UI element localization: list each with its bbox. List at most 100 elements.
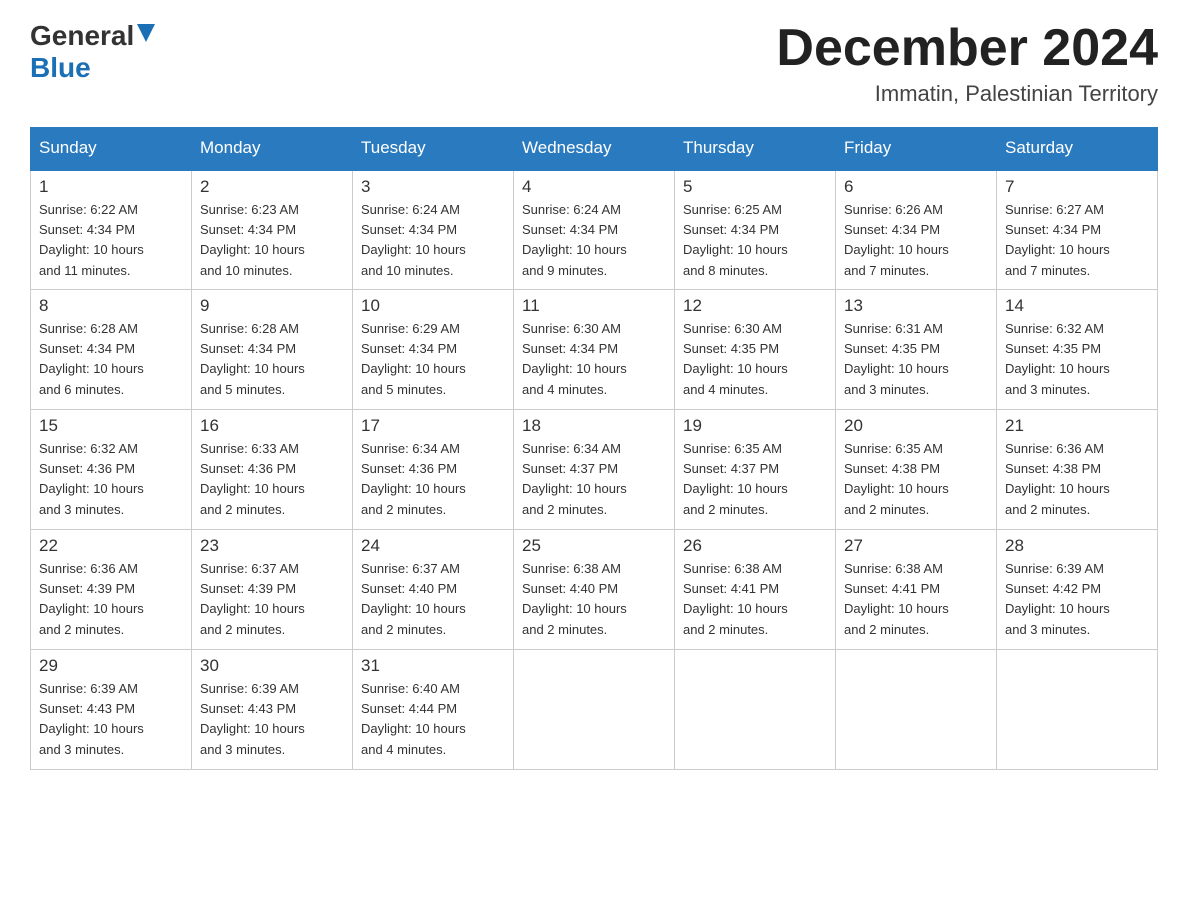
day-number: 8: [39, 296, 183, 316]
month-title: December 2024: [776, 20, 1158, 77]
calendar-cell: 11 Sunrise: 6:30 AMSunset: 4:34 PMDayligh…: [514, 290, 675, 410]
calendar-week-2: 8 Sunrise: 6:28 AMSunset: 4:34 PMDaylight…: [31, 290, 1158, 410]
calendar-cell: [997, 650, 1158, 770]
day-info: Sunrise: 6:38 AMSunset: 4:41 PMDaylight:…: [683, 559, 827, 640]
calendar-cell: 10 Sunrise: 6:29 AMSunset: 4:34 PMDayligh…: [353, 290, 514, 410]
calendar-cell: 3Sunrise: 6:24 AMSunset: 4:34 PMDaylight…: [353, 170, 514, 290]
calendar-cell: 2 Sunrise: 6:23 AMSunset: 4:34 PMDaylight…: [192, 170, 353, 290]
header-monday: Monday: [192, 128, 353, 170]
day-info: Sunrise: 6:35 AMSunset: 4:37 PMDaylight:…: [683, 439, 827, 520]
logo-arrow-icon: [137, 20, 155, 49]
calendar-cell: 1Sunrise: 6:22 AMSunset: 4:34 PMDaylight…: [31, 170, 192, 290]
calendar-cell: 30Sunrise: 6:39 AMSunset: 4:43 PMDayligh…: [192, 650, 353, 770]
day-info: Sunrise: 6:36 AMSunset: 4:38 PMDaylight:…: [1005, 439, 1149, 520]
day-number: 31: [361, 656, 505, 676]
day-number: 9: [200, 296, 344, 316]
title-section: December 2024 Immatin, Palestinian Terri…: [776, 20, 1158, 107]
day-info: Sunrise: 6:39 AMSunset: 4:43 PMDaylight:…: [39, 679, 183, 760]
header-wednesday: Wednesday: [514, 128, 675, 170]
calendar-cell: 23Sunrise: 6:37 AMSunset: 4:39 PMDayligh…: [192, 530, 353, 650]
day-number: 22: [39, 536, 183, 556]
day-number: 28: [1005, 536, 1149, 556]
calendar-cell: 13 Sunrise: 6:31 AMSunset: 4:35 PMDayligh…: [836, 290, 997, 410]
calendar-cell: 22Sunrise: 6:36 AMSunset: 4:39 PMDayligh…: [31, 530, 192, 650]
day-number: 2: [200, 177, 344, 197]
day-number: 6: [844, 177, 988, 197]
day-info: Sunrise: 6:35 AMSunset: 4:38 PMDaylight:…: [844, 439, 988, 520]
day-number: 13: [844, 296, 988, 316]
day-info: Sunrise: 6:26 AMSunset: 4:34 PMDaylight:…: [844, 200, 988, 281]
header-friday: Friday: [836, 128, 997, 170]
calendar-week-3: 15 Sunrise: 6:32 AMSunset: 4:36 PMDayligh…: [31, 410, 1158, 530]
calendar-cell: 12Sunrise: 6:30 AMSunset: 4:35 PMDayligh…: [675, 290, 836, 410]
calendar-cell: 17Sunrise: 6:34 AMSunset: 4:36 PMDayligh…: [353, 410, 514, 530]
day-info: Sunrise: 6:28 AMSunset: 4:34 PMDaylight:…: [200, 319, 344, 400]
calendar-cell: 4 Sunrise: 6:24 AMSunset: 4:34 PMDaylight…: [514, 170, 675, 290]
day-number: 11: [522, 296, 666, 316]
day-info: Sunrise: 6:34 AMSunset: 4:36 PMDaylight:…: [361, 439, 505, 520]
calendar-cell: 31 Sunrise: 6:40 AMSunset: 4:44 PMDayligh…: [353, 650, 514, 770]
day-number: 26: [683, 536, 827, 556]
day-number: 10: [361, 296, 505, 316]
day-number: 14: [1005, 296, 1149, 316]
calendar-cell: 27 Sunrise: 6:38 AMSunset: 4:41 PMDayligh…: [836, 530, 997, 650]
day-number: 15: [39, 416, 183, 436]
day-number: 25: [522, 536, 666, 556]
calendar-cell: 16 Sunrise: 6:33 AMSunset: 4:36 PMDayligh…: [192, 410, 353, 530]
calendar-header-row: Sunday Monday Tuesday Wednesday Thursday…: [31, 128, 1158, 170]
day-number: 1: [39, 177, 183, 197]
calendar-cell: 14 Sunrise: 6:32 AMSunset: 4:35 PMDayligh…: [997, 290, 1158, 410]
day-info: Sunrise: 6:29 AMSunset: 4:34 PMDaylight:…: [361, 319, 505, 400]
calendar-cell: 15 Sunrise: 6:32 AMSunset: 4:36 PMDayligh…: [31, 410, 192, 530]
calendar-cell: 29Sunrise: 6:39 AMSunset: 4:43 PMDayligh…: [31, 650, 192, 770]
day-info: Sunrise: 6:32 AMSunset: 4:35 PMDaylight:…: [1005, 319, 1149, 400]
day-info: Sunrise: 6:38 AMSunset: 4:40 PMDaylight:…: [522, 559, 666, 640]
day-number: 20: [844, 416, 988, 436]
calendar-cell: 19 Sunrise: 6:35 AMSunset: 4:37 PMDayligh…: [675, 410, 836, 530]
header-thursday: Thursday: [675, 128, 836, 170]
day-number: 21: [1005, 416, 1149, 436]
calendar-cell: 26 Sunrise: 6:38 AMSunset: 4:41 PMDayligh…: [675, 530, 836, 650]
calendar-week-1: 1Sunrise: 6:22 AMSunset: 4:34 PMDaylight…: [31, 170, 1158, 290]
day-info: Sunrise: 6:33 AMSunset: 4:36 PMDaylight:…: [200, 439, 344, 520]
calendar-cell: 20 Sunrise: 6:35 AMSunset: 4:38 PMDayligh…: [836, 410, 997, 530]
calendar-cell: [514, 650, 675, 770]
calendar-table: Sunday Monday Tuesday Wednesday Thursday…: [30, 127, 1158, 770]
day-number: 27: [844, 536, 988, 556]
location-text: Immatin, Palestinian Territory: [776, 81, 1158, 107]
day-number: 7: [1005, 177, 1149, 197]
day-info: Sunrise: 6:28 AMSunset: 4:34 PMDaylight:…: [39, 319, 183, 400]
day-info: Sunrise: 6:31 AMSunset: 4:35 PMDaylight:…: [844, 319, 988, 400]
calendar-week-5: 29Sunrise: 6:39 AMSunset: 4:43 PMDayligh…: [31, 650, 1158, 770]
logo: General Blue: [30, 20, 155, 84]
logo-blue-text: Blue: [30, 52, 91, 83]
day-info: Sunrise: 6:40 AMSunset: 4:44 PMDaylight:…: [361, 679, 505, 760]
day-info: Sunrise: 6:24 AMSunset: 4:34 PMDaylight:…: [522, 200, 666, 281]
calendar-cell: 25 Sunrise: 6:38 AMSunset: 4:40 PMDayligh…: [514, 530, 675, 650]
calendar-cell: 18Sunrise: 6:34 AMSunset: 4:37 PMDayligh…: [514, 410, 675, 530]
header-tuesday: Tuesday: [353, 128, 514, 170]
day-info: Sunrise: 6:39 AMSunset: 4:42 PMDaylight:…: [1005, 559, 1149, 640]
day-info: Sunrise: 6:23 AMSunset: 4:34 PMDaylight:…: [200, 200, 344, 281]
day-info: Sunrise: 6:32 AMSunset: 4:36 PMDaylight:…: [39, 439, 183, 520]
day-number: 30: [200, 656, 344, 676]
header-saturday: Saturday: [997, 128, 1158, 170]
calendar-cell: [675, 650, 836, 770]
calendar-cell: 6 Sunrise: 6:26 AMSunset: 4:34 PMDaylight…: [836, 170, 997, 290]
calendar-cell: [836, 650, 997, 770]
calendar-cell: 8 Sunrise: 6:28 AMSunset: 4:34 PMDaylight…: [31, 290, 192, 410]
page-header: General Blue December 2024 Immatin, Pale…: [30, 20, 1158, 107]
day-number: 19: [683, 416, 827, 436]
day-info: Sunrise: 6:38 AMSunset: 4:41 PMDaylight:…: [844, 559, 988, 640]
day-info: Sunrise: 6:25 AMSunset: 4:34 PMDaylight:…: [683, 200, 827, 281]
day-info: Sunrise: 6:30 AMSunset: 4:34 PMDaylight:…: [522, 319, 666, 400]
day-number: 24: [361, 536, 505, 556]
day-info: Sunrise: 6:24 AMSunset: 4:34 PMDaylight:…: [361, 200, 505, 281]
calendar-cell: 9 Sunrise: 6:28 AMSunset: 4:34 PMDaylight…: [192, 290, 353, 410]
day-number: 16: [200, 416, 344, 436]
day-number: 12: [683, 296, 827, 316]
day-number: 4: [522, 177, 666, 197]
calendar-cell: 7 Sunrise: 6:27 AMSunset: 4:34 PMDaylight…: [997, 170, 1158, 290]
day-info: Sunrise: 6:27 AMSunset: 4:34 PMDaylight:…: [1005, 200, 1149, 281]
calendar-cell: 24Sunrise: 6:37 AMSunset: 4:40 PMDayligh…: [353, 530, 514, 650]
